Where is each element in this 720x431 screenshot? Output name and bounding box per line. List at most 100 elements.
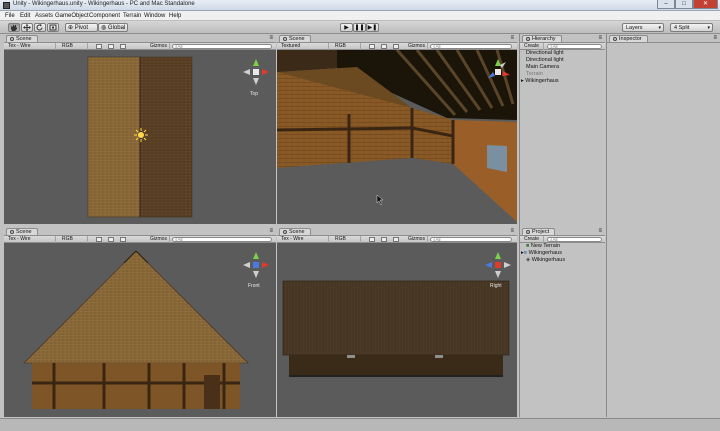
menu-component[interactable]: Component (89, 13, 120, 19)
panel-menu-icon[interactable]: ≡ (510, 228, 514, 234)
tab-scene[interactable]: Scene (279, 228, 311, 235)
panel-menu-icon[interactable]: ≡ (269, 228, 273, 234)
gizmos-dropdown[interactable]: Gizmos (148, 236, 170, 243)
render-mode-dropdown[interactable]: Tex - Wire (6, 43, 56, 50)
menu-assets[interactable]: Assets (35, 13, 53, 19)
render-mode-dropdown[interactable]: Tex - Wire (6, 236, 56, 243)
global-toggle[interactable]: ◍ Global (98, 23, 128, 32)
pivot-toggle[interactable]: ⊕ Pivot (65, 23, 98, 32)
axis-gizmo-icon[interactable] (484, 251, 512, 279)
audio-toggle-icon[interactable] (120, 44, 126, 49)
audio-toggle-icon[interactable] (393, 44, 399, 49)
create-dropdown[interactable]: Create (522, 236, 544, 243)
render-mode-dropdown[interactable]: Textured (279, 43, 329, 50)
lighting-toggle-icon[interactable] (369, 237, 375, 242)
play-button[interactable]: ▶ (340, 23, 353, 32)
list-item[interactable]: ▸ Wikingerhaus (521, 78, 559, 84)
audio-toggle-icon[interactable] (393, 237, 399, 242)
status-bar (0, 418, 720, 431)
hierarchy-toolbar: Create ⌕All (520, 42, 605, 50)
panel-menu-icon[interactable]: ≡ (598, 35, 602, 41)
list-item[interactable]: Directional light (526, 50, 564, 56)
tab-hierarchy[interactable]: Hierarchy (522, 35, 562, 42)
axis-gizmo-icon[interactable] (484, 58, 512, 86)
gizmos-dropdown[interactable]: Gizmos (406, 236, 428, 243)
search-placeholder: All (177, 44, 183, 49)
scene-search-input[interactable]: ⌕All (172, 237, 272, 242)
channel-dropdown[interactable]: RGB (60, 236, 88, 243)
scale-tool-button[interactable] (47, 23, 59, 32)
list-item[interactable]: ■ New Terrain (526, 243, 560, 249)
panel-menu-icon[interactable]: ≡ (713, 35, 717, 41)
menu-file[interactable]: File (5, 13, 15, 19)
list-item[interactable]: ◈ Wikingerhaus (526, 257, 565, 263)
tab-project[interactable]: Project (522, 228, 556, 235)
menu-gameobject[interactable]: GameObject (55, 13, 89, 19)
list-item[interactable]: Directional light (526, 57, 564, 63)
layout-dropdown[interactable]: 4 Split ▾ (670, 23, 713, 32)
rotate-tool-button[interactable] (34, 23, 46, 32)
view-label: Top (250, 91, 259, 97)
scene-search-input[interactable]: ⌕All (430, 237, 512, 242)
tab-scene[interactable]: Scene (6, 35, 38, 42)
tab-scene[interactable]: Scene (279, 35, 311, 42)
image-toggle-icon[interactable] (381, 237, 387, 242)
menu-help[interactable]: Help (169, 13, 181, 19)
list-item[interactable]: Main Camera (526, 64, 559, 70)
gizmos-dropdown[interactable]: Gizmos (406, 43, 428, 50)
step-button[interactable]: ▶❚ (366, 23, 379, 32)
window-title: Unity - Wikingerhaus.unity - Wikingerhau… (13, 1, 195, 7)
pause-button[interactable]: ❚❚ (353, 23, 366, 32)
viewport[interactable]: Top (4, 50, 276, 224)
audio-toggle-icon[interactable] (120, 237, 126, 242)
channel-dropdown[interactable]: RGB (60, 43, 88, 50)
hierarchy-search-input[interactable]: ⌕All (547, 44, 602, 49)
lighting-toggle-icon[interactable] (96, 44, 102, 49)
channel-dropdown[interactable]: RGB (333, 236, 361, 243)
viewport[interactable]: Front (4, 243, 276, 417)
axis-gizmo-icon[interactable] (242, 58, 270, 86)
chevron-down-icon: ▾ (707, 25, 710, 31)
project-search-input[interactable]: ⌕All (547, 237, 602, 242)
viewport[interactable] (277, 50, 517, 224)
gizmos-dropdown[interactable]: Gizmos (148, 43, 170, 50)
axis-gizmo-icon[interactable] (242, 251, 270, 279)
render-mode-dropdown[interactable]: Tex - Wire (279, 236, 329, 243)
move-tool-button[interactable] (21, 23, 33, 32)
close-button[interactable]: ✕ (693, 0, 718, 9)
layers-dropdown[interactable]: Layers ▾ (622, 23, 664, 32)
tab-inspector[interactable]: Inspector (609, 35, 648, 42)
sun-icon (134, 128, 148, 142)
scene-toolbar: Tex - Wire RGB Gizmos ⌕All (4, 235, 276, 243)
house-front-view (23, 250, 249, 409)
rotate-icon (36, 24, 43, 31)
image-toggle-icon[interactable] (381, 44, 387, 49)
menu-terrain[interactable]: Terrain (123, 13, 141, 19)
list-item[interactable]: ▸■ Wikingerhaus (521, 250, 562, 256)
menu-window[interactable]: Window (144, 13, 165, 19)
lighting-toggle-icon[interactable] (96, 237, 102, 242)
viewport[interactable]: Right (277, 243, 517, 417)
list-item[interactable]: Terrain (526, 71, 543, 77)
scene-search-input[interactable]: ⌕All (172, 44, 272, 49)
panel-menu-icon[interactable]: ≡ (598, 228, 602, 234)
tab-scene[interactable]: Scene (6, 228, 38, 235)
scene-icon (10, 229, 14, 234)
menu-edit[interactable]: Edit (20, 13, 30, 19)
info-icon (613, 36, 617, 41)
scene-view-front: Scene ≡ Tex - Wire RGB Gizmos ⌕All Front (4, 227, 276, 417)
channel-dropdown[interactable]: RGB (333, 43, 361, 50)
lighting-toggle-icon[interactable] (369, 44, 375, 49)
minimize-button[interactable]: – (657, 0, 675, 9)
expand-arrow-icon[interactable]: ▸ (521, 78, 524, 84)
create-dropdown[interactable]: Create (522, 43, 544, 50)
panel-menu-icon[interactable]: ≡ (510, 35, 514, 41)
list-item-label: Wikingerhaus (525, 78, 559, 84)
hand-tool-button[interactable] (8, 23, 20, 32)
scene-search-input[interactable]: ⌕All (430, 44, 512, 49)
image-toggle-icon[interactable] (108, 237, 114, 242)
maximize-button[interactable]: □ (675, 0, 693, 9)
chevron-down-icon: ▾ (658, 25, 661, 31)
panel-menu-icon[interactable]: ≡ (269, 35, 273, 41)
image-toggle-icon[interactable] (108, 44, 114, 49)
